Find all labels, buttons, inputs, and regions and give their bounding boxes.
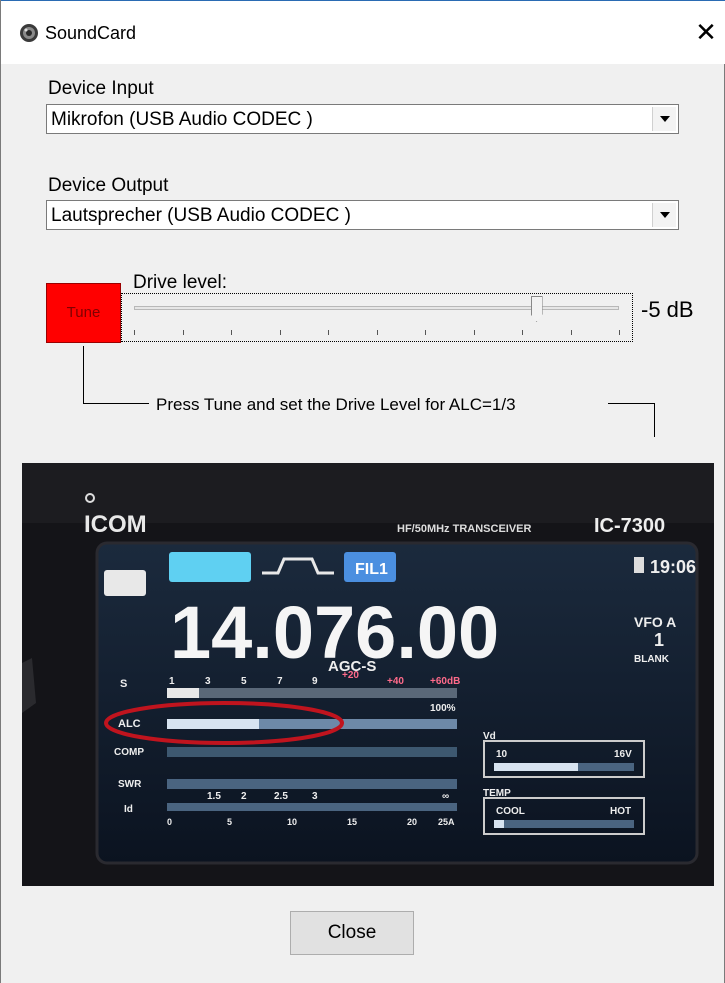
drive-level-value: -5 dB <box>641 297 694 322</box>
vd-min: 10 <box>496 749 508 760</box>
vd-label: Vd <box>483 731 496 742</box>
id-scale-5: 5 <box>227 817 232 827</box>
vfo-number: 1 <box>654 630 664 650</box>
s-scale-3: 3 <box>205 676 211 687</box>
guide-line-left <box>83 346 84 404</box>
slider-tick <box>473 330 475 335</box>
slider-tick <box>425 330 426 335</box>
s-scale-1: 1 <box>169 676 175 687</box>
meter-label-swr: SWR <box>118 779 142 790</box>
vfo-text: VFO A <box>634 614 676 630</box>
model-text: IC-7300 <box>594 515 665 537</box>
slider-tick <box>619 330 620 335</box>
model-subtitle: HF/50MHz TRANSCEIVER <box>397 523 532 535</box>
meter-label-comp: COMP <box>114 747 144 758</box>
temp-label: TEMP <box>483 788 511 799</box>
meter-label-id: Id <box>124 804 133 815</box>
drive-level-track <box>134 306 619 310</box>
close-icon[interactable]: ✕ <box>691 17 721 47</box>
slider-tick <box>522 330 523 335</box>
guide-line-bottom <box>83 403 149 404</box>
slider-tick <box>182 330 184 335</box>
brand-text: ICOM <box>84 511 147 538</box>
speaker-icon <box>20 24 38 42</box>
id-scale-15: 15 <box>347 817 357 827</box>
soundcard-dialog: SoundCard ✕ Device Input Mikrofon (USB A… <box>0 0 725 983</box>
guide-line-down <box>654 403 655 437</box>
tune-button[interactable]: Tune <box>46 283 121 343</box>
slider-tick <box>376 330 378 335</box>
device-output-select[interactable]: Lautsprecher (USB Audio CODEC ) <box>46 200 679 230</box>
s-scale-60: +60dB <box>430 676 460 687</box>
drive-level-label: Drive level: <box>133 272 227 293</box>
meter-label-s: S <box>120 678 127 690</box>
temp-hot: HOT <box>610 806 631 817</box>
slider-tick <box>279 330 281 335</box>
close-button[interactable]: Close <box>290 911 414 955</box>
s-scale-5: 5 <box>241 676 247 687</box>
s-scale-20: +20 <box>342 670 359 681</box>
tune-hint-text: Press Tune and set the Drive Level for A… <box>156 395 516 414</box>
slider-tick <box>328 330 329 335</box>
device-input-value: Mikrofon (USB Audio CODEC ) <box>51 109 313 130</box>
slider-tick <box>134 330 135 335</box>
filter-text: FIL1 <box>355 561 388 578</box>
meter-label-alc: ALC <box>118 718 141 730</box>
swr-scale-2-5: 2.5 <box>274 791 288 802</box>
s-scale-9: 9 <box>312 676 318 687</box>
temp-cool: COOL <box>496 806 525 817</box>
vd-max: 16V <box>614 749 632 760</box>
swr-scale-1-5: 1.5 <box>207 791 221 802</box>
device-output-value: Lautsprecher (USB Audio CODEC ) <box>51 205 351 226</box>
swr-scale-2: 2 <box>241 791 247 802</box>
s-scale-7: 7 <box>277 676 283 687</box>
device-input-select[interactable]: Mikrofon (USB Audio CODEC ) <box>46 104 679 134</box>
blank-text: BLANK <box>634 654 670 665</box>
slider-tick <box>570 330 572 335</box>
chevron-down-icon[interactable] <box>652 107 676 131</box>
clock-text: 19:06 <box>650 557 696 577</box>
po-scale: 100% <box>430 703 456 714</box>
window-title: SoundCard <box>45 23 137 43</box>
ic7300-screen-photo: ICOM HF/50MHz TRANSCEIVER IC-7300 FIL1 1… <box>22 463 714 886</box>
s-scale-40: +40 <box>387 676 404 687</box>
id-scale-10: 10 <box>287 817 297 827</box>
swr-scale-3: 3 <box>312 791 318 802</box>
id-scale-25: 25A <box>438 817 455 827</box>
slider-tick <box>231 330 232 335</box>
chevron-down-icon[interactable] <box>652 203 676 227</box>
device-input-label: Device Input <box>48 78 154 99</box>
swr-scale-inf: ∞ <box>442 791 449 802</box>
device-output-label: Device Output <box>48 175 169 196</box>
guide-line-right <box>608 403 655 404</box>
id-scale-20: 20 <box>407 817 417 827</box>
title-bar: SoundCard ✕ <box>1 0 725 64</box>
id-scale-0: 0 <box>167 817 172 827</box>
